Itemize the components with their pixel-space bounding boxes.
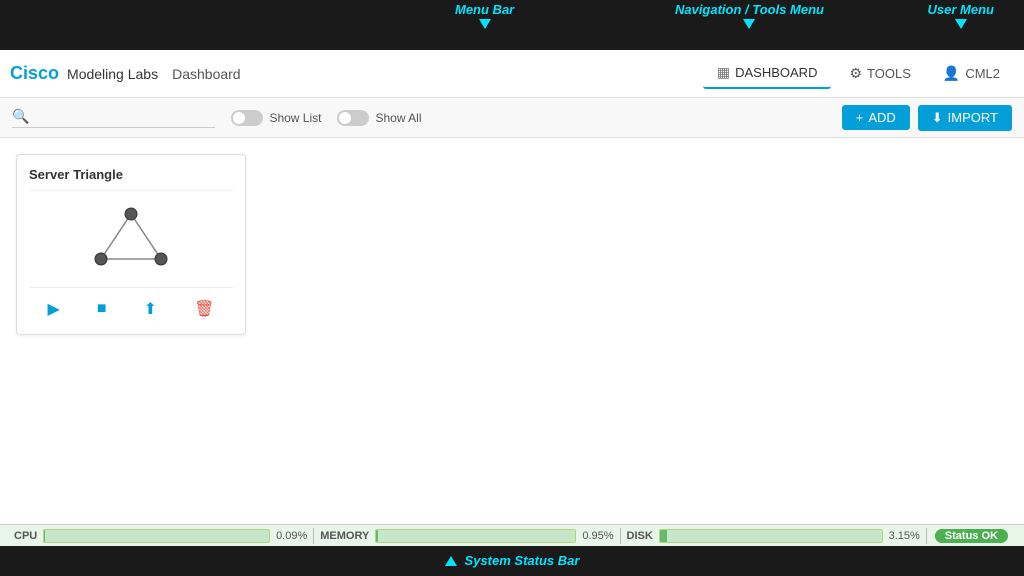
header-left: Cisco Modeling Labs Dashboard: [10, 63, 241, 84]
show-all-toggle[interactable]: [337, 110, 369, 126]
disk-bar-inner: [660, 530, 667, 542]
lab-card: Server Triangle ▶ ■ ⬆ 🗑: [16, 154, 246, 335]
plus-icon: +: [856, 110, 864, 125]
show-list-toggle-group: Show List: [231, 110, 321, 126]
menu-bar-annotation: Menu Bar: [455, 2, 514, 29]
dashboard-nav-label: DASHBOARD: [735, 65, 817, 80]
topology-diagram: [86, 204, 176, 274]
upload-button[interactable]: ⬆: [138, 296, 163, 322]
import-button[interactable]: ⬇ IMPORT: [918, 105, 1012, 131]
show-all-toggle-group: Show All: [337, 110, 421, 126]
add-button[interactable]: + ADD: [842, 105, 910, 130]
cpu-segment: CPU 0.09%: [8, 529, 313, 543]
disk-value: 3.15%: [889, 530, 920, 542]
import-icon: ⬇: [932, 110, 943, 126]
status-ok-wrapper: Status OK: [927, 530, 1016, 542]
status-bar-annotation: System Status Bar: [445, 553, 580, 569]
header-dashboard-label: Dashboard: [172, 66, 241, 82]
cpu-value: 0.09%: [276, 530, 307, 542]
cpu-bar: [43, 529, 270, 543]
lab-card-diagram: [29, 199, 233, 279]
search-icon: 🔍: [12, 108, 29, 125]
logo-text: Modeling Labs: [67, 66, 158, 82]
nav-tools-annotation: Navigation / Tools Menu: [675, 2, 824, 29]
show-list-toggle[interactable]: [231, 110, 263, 126]
show-all-label: Show All: [375, 111, 421, 125]
gear-icon: ⚙: [849, 65, 862, 82]
user-nav-label: CML2: [965, 66, 1000, 81]
bottom-annotation-bar: System Status Bar: [0, 546, 1024, 576]
dashboard-grid-icon: ▦: [717, 64, 730, 81]
add-label: ADD: [868, 110, 895, 125]
search-input[interactable]: [35, 109, 215, 124]
disk-segment: DISK 3.15%: [621, 529, 926, 543]
memory-bar-inner: [376, 530, 378, 542]
memory-bar: [375, 529, 576, 543]
user-nav-btn[interactable]: 👤 CML2: [929, 59, 1014, 88]
user-menu-arrow: [955, 19, 967, 29]
user-icon: 👤: [943, 65, 960, 82]
toolbar-left: 🔍 Show List Show All: [12, 108, 422, 128]
header-right: ▦ DASHBOARD ⚙ TOOLS 👤 CML2: [703, 58, 1014, 89]
disk-label: DISK: [627, 530, 653, 542]
header: Cisco Modeling Labs Dashboard ▦ DASHBOAR…: [0, 50, 1024, 98]
user-menu-annotation: User Menu: [928, 2, 994, 29]
stop-button[interactable]: ■: [91, 296, 113, 322]
logo-cisco: Cisco: [10, 63, 59, 84]
toolbar: 🔍 Show List Show All + ADD ⬇ IMPORT: [0, 98, 1024, 138]
status-ok-badge: Status OK: [935, 529, 1008, 543]
app-wrapper: Cisco Modeling Labs Dashboard ▦ DASHBOAR…: [0, 50, 1024, 526]
search-wrapper: 🔍: [12, 108, 215, 128]
tools-nav-label: TOOLS: [867, 66, 911, 81]
main-content: Server Triangle ▶ ■ ⬆ 🗑: [0, 138, 1024, 526]
toolbar-right: + ADD ⬇ IMPORT: [842, 105, 1012, 131]
memory-value: 0.95%: [582, 530, 613, 542]
play-button[interactable]: ▶: [42, 296, 66, 322]
memory-segment: MEMORY 0.95%: [314, 529, 619, 543]
annotation-bar: Menu Bar Navigation / Tools Menu User Me…: [0, 0, 1024, 50]
nav-tools-arrow: [743, 19, 755, 29]
memory-label: MEMORY: [320, 530, 369, 542]
status-bar: CPU 0.09% MEMORY 0.95% DISK 3.15% Status…: [0, 524, 1024, 546]
disk-bar: [659, 529, 883, 543]
tools-nav-btn[interactable]: ⚙ TOOLS: [835, 59, 924, 88]
lab-card-title: Server Triangle: [29, 167, 233, 191]
show-list-label: Show List: [269, 111, 321, 125]
menu-bar-arrow: [479, 19, 491, 29]
lab-card-actions: ▶ ■ ⬆ 🗑: [29, 287, 233, 322]
dashboard-nav-btn[interactable]: ▦ DASHBOARD: [703, 58, 832, 89]
import-label: IMPORT: [948, 110, 998, 125]
cpu-label: CPU: [14, 530, 37, 542]
delete-button[interactable]: 🗑: [188, 296, 220, 322]
system-status-arrow: [445, 556, 457, 566]
